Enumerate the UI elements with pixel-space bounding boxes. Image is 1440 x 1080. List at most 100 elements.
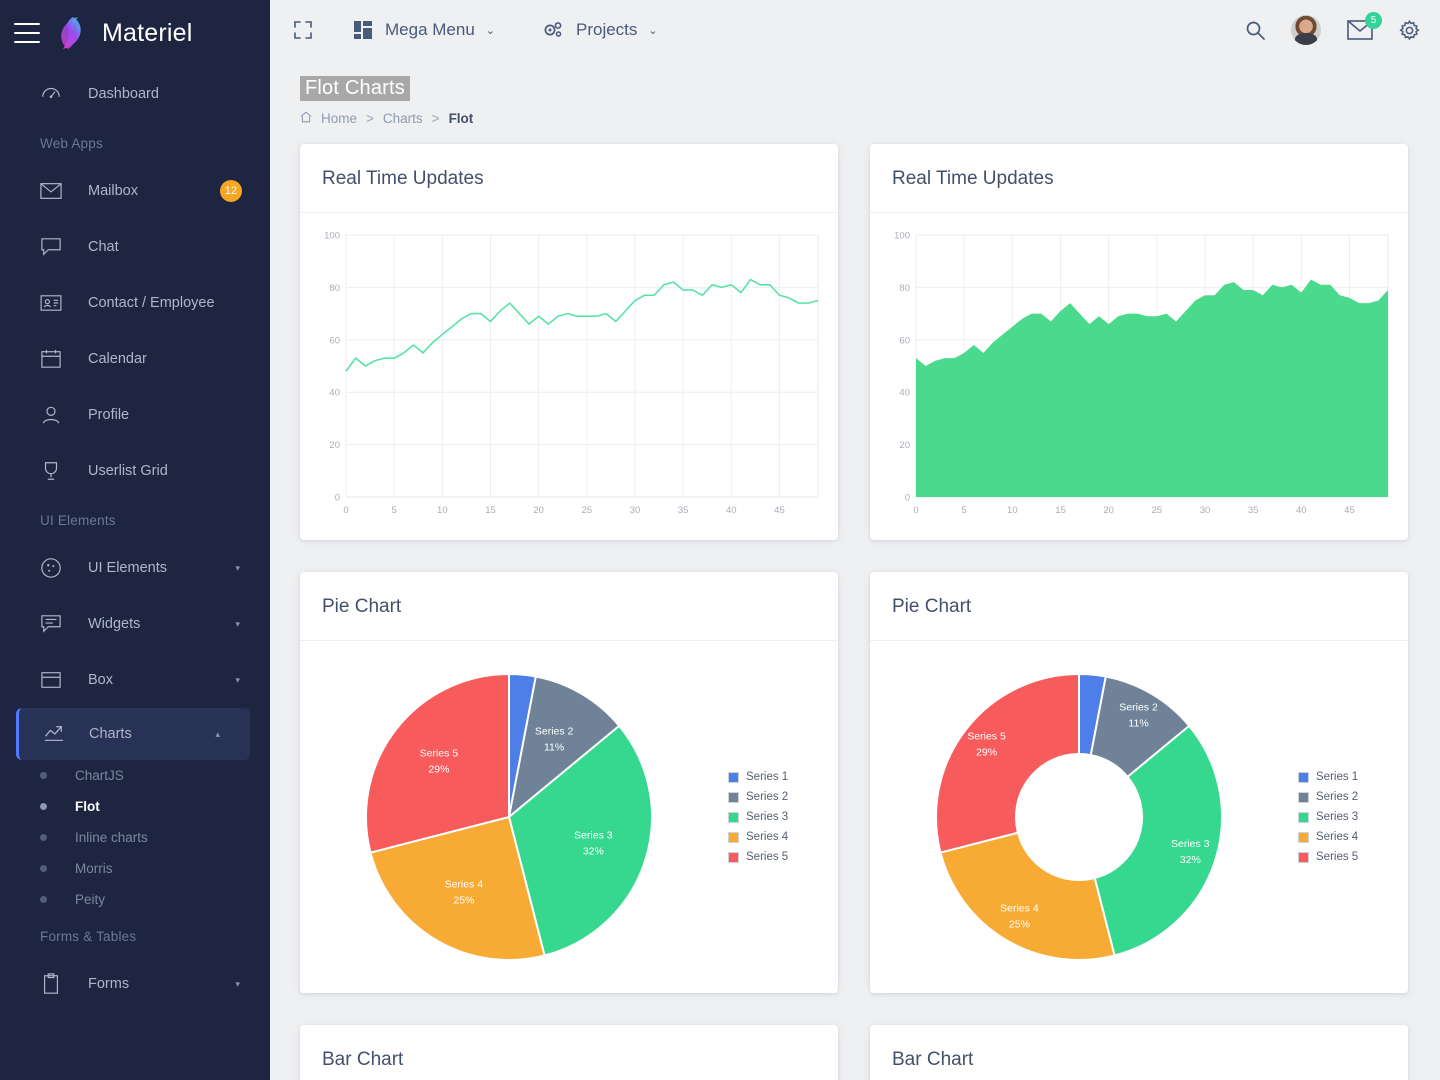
svg-text:15: 15: [1055, 505, 1066, 516]
area-chart[interactable]: 0 5 10 15 20 25 30 35 40 45 0 20 40 60 80 100: [884, 227, 1394, 527]
legend-item[interactable]: Series 5: [1298, 851, 1408, 863]
card-bar-chart-right: Bar Chart: [870, 1025, 1408, 1080]
legend-item[interactable]: Series 4: [728, 831, 838, 843]
line-chart[interactable]: 0 5 10 15 20 25 30 35 40 45 0 20 40 60 80 100: [314, 227, 824, 527]
svg-text:32%: 32%: [583, 845, 604, 857]
svg-text:0: 0: [335, 493, 340, 504]
breadcrumb-current: Flot: [448, 111, 474, 126]
svg-text:35: 35: [1248, 505, 1259, 516]
submenu-item-inline-charts[interactable]: Inline charts: [0, 822, 270, 853]
card-pie-chart: Pie Chart Series 2 11% Series 3 32% Series 4…: [300, 572, 838, 993]
sidebar-item-profile[interactable]: Profile: [0, 387, 270, 443]
chevron-down-icon[interactable]: ▾: [235, 563, 240, 574]
trophy-icon: [40, 460, 66, 482]
legend-label: Series 2: [1316, 791, 1359, 803]
home-icon[interactable]: [300, 111, 312, 126]
submenu-item-morris[interactable]: Morris: [0, 853, 270, 884]
svg-text:20: 20: [329, 440, 340, 451]
sidebar-item-calendar[interactable]: Calendar: [0, 331, 270, 387]
card-real-time-updates-line: Real Time Updates 0 5 10 15 20 25 30 35 40 45 0 20 4…: [300, 144, 838, 540]
projects-button[interactable]: Projects ⌄: [543, 20, 658, 40]
svg-text:Series 5: Series 5: [967, 730, 1006, 742]
sidebar-item-mailbox[interactable]: Mailbox 12: [0, 163, 270, 219]
legend-label: Series 1: [746, 771, 789, 783]
mega-menu-button[interactable]: Mega Menu ⌄: [354, 20, 495, 40]
sidebar-item-contact-employee[interactable]: Contact / Employee: [0, 275, 270, 331]
clipboard-icon: [40, 973, 66, 995]
sidebar-item-charts[interactable]: Charts ▴: [16, 708, 250, 760]
sidebar-item-dashboard[interactable]: Dashboard: [0, 66, 270, 122]
pie-chart[interactable]: Series 2 11% Series 3 32% Series 4 25% Series …: [354, 657, 674, 977]
card-body: Series 2 11% Series 3 32% Series 4 25% Series …: [300, 641, 838, 993]
svg-text:32%: 32%: [1180, 854, 1201, 866]
legend-item[interactable]: Series 3: [1298, 811, 1408, 823]
sidebar-item-ui-elements[interactable]: UI Elements ▾: [0, 540, 270, 596]
breadcrumb-sep: >: [366, 111, 374, 126]
svg-text:Series 2: Series 2: [1119, 701, 1158, 713]
legend-swatch: [1298, 831, 1309, 843]
palette-icon: [40, 557, 66, 579]
sidebar-item-label: Contact / Employee: [88, 295, 215, 311]
donut-legend: Series 1 Series 2 Series 3 Series 4 Series 5: [1298, 771, 1408, 863]
svg-text:15: 15: [485, 505, 496, 516]
svg-text:25: 25: [1152, 505, 1163, 516]
submenu-item-chartjs[interactable]: ChartJS: [0, 760, 270, 791]
card-title: Pie Chart: [322, 596, 402, 617]
hamburger-icon[interactable]: [14, 23, 40, 43]
svg-text:29%: 29%: [976, 746, 997, 758]
card-donut-chart: Pie Chart Series 2 11% Series 3 32% Series 4…: [870, 572, 1408, 993]
svg-text:25: 25: [582, 505, 593, 516]
chevron-up-icon[interactable]: ▴: [215, 729, 220, 740]
svg-text:20: 20: [899, 440, 910, 451]
legend-item[interactable]: Series 5: [728, 851, 838, 863]
sidebar-item-box[interactable]: Box ▾: [0, 652, 270, 708]
breadcrumb-charts[interactable]: Charts: [383, 111, 423, 126]
sidebar-item-userlist-grid[interactable]: Userlist Grid: [0, 443, 270, 499]
legend-item[interactable]: Series 1: [1298, 771, 1408, 783]
legend-item[interactable]: Series 2: [728, 791, 838, 803]
mail-button[interactable]: 5: [1347, 12, 1382, 40]
card-title: Real Time Updates: [322, 168, 484, 189]
svg-text:29%: 29%: [428, 764, 449, 776]
gear-icon[interactable]: [1399, 19, 1420, 41]
envelope-icon: [40, 182, 66, 200]
charts-grid: Real Time Updates 0 5 10 15 20 25 30 35 40 45 0 20 4…: [270, 126, 1440, 1080]
card-header: Real Time Updates: [300, 144, 838, 213]
bullet-icon: [40, 772, 47, 779]
fullscreen-icon[interactable]: [294, 21, 312, 39]
svg-text:35: 35: [678, 505, 689, 516]
submenu-item-flot[interactable]: Flot: [0, 791, 270, 822]
svg-text:25%: 25%: [1009, 919, 1030, 931]
legend-item[interactable]: Series 1: [728, 771, 838, 783]
legend-label: Series 1: [1316, 771, 1359, 783]
calendar-icon: [40, 349, 66, 369]
card-body: 0 5 10 15 20 25 30 35 40 45 0 20 40 60 80 100: [300, 213, 838, 540]
breadcrumb: Home > Charts > Flot: [300, 111, 1440, 126]
svg-text:Series 3: Series 3: [1171, 838, 1210, 850]
legend-item[interactable]: Series 4: [1298, 831, 1408, 843]
sidebar-item-chat[interactable]: Chat: [0, 219, 270, 275]
sidebar-item-widgets[interactable]: Widgets ▾: [0, 596, 270, 652]
donut-chart[interactable]: Series 2 11% Series 3 32% Series 4 25% Series …: [924, 657, 1244, 977]
card-header: Pie Chart: [300, 572, 838, 641]
breadcrumb-home[interactable]: Home: [321, 111, 357, 126]
search-icon[interactable]: [1245, 20, 1265, 40]
avatar[interactable]: [1291, 15, 1321, 45]
svg-text:Series 4: Series 4: [445, 878, 484, 890]
legend-item[interactable]: Series 3: [728, 811, 838, 823]
chevron-down-icon[interactable]: ▾: [235, 619, 240, 630]
sidebar-item-forms[interactable]: Forms ▾: [0, 956, 270, 1012]
legend-swatch: [728, 811, 739, 823]
svg-text:40: 40: [329, 388, 340, 399]
chevron-down-icon[interactable]: ▾: [235, 979, 240, 990]
topbar-actions: 5: [1245, 12, 1420, 45]
chat-bubble-icon: [40, 237, 66, 257]
submenu-item-peity[interactable]: Peity: [0, 884, 270, 915]
trend-line-icon: [43, 724, 69, 744]
svg-text:Series 2: Series 2: [535, 726, 574, 738]
legend-item[interactable]: Series 2: [1298, 791, 1408, 803]
chevron-down-icon[interactable]: ▾: [235, 675, 240, 686]
card-title: Pie Chart: [892, 596, 972, 617]
submenu-label: Morris: [75, 861, 113, 876]
projects-label: Projects: [576, 20, 638, 39]
